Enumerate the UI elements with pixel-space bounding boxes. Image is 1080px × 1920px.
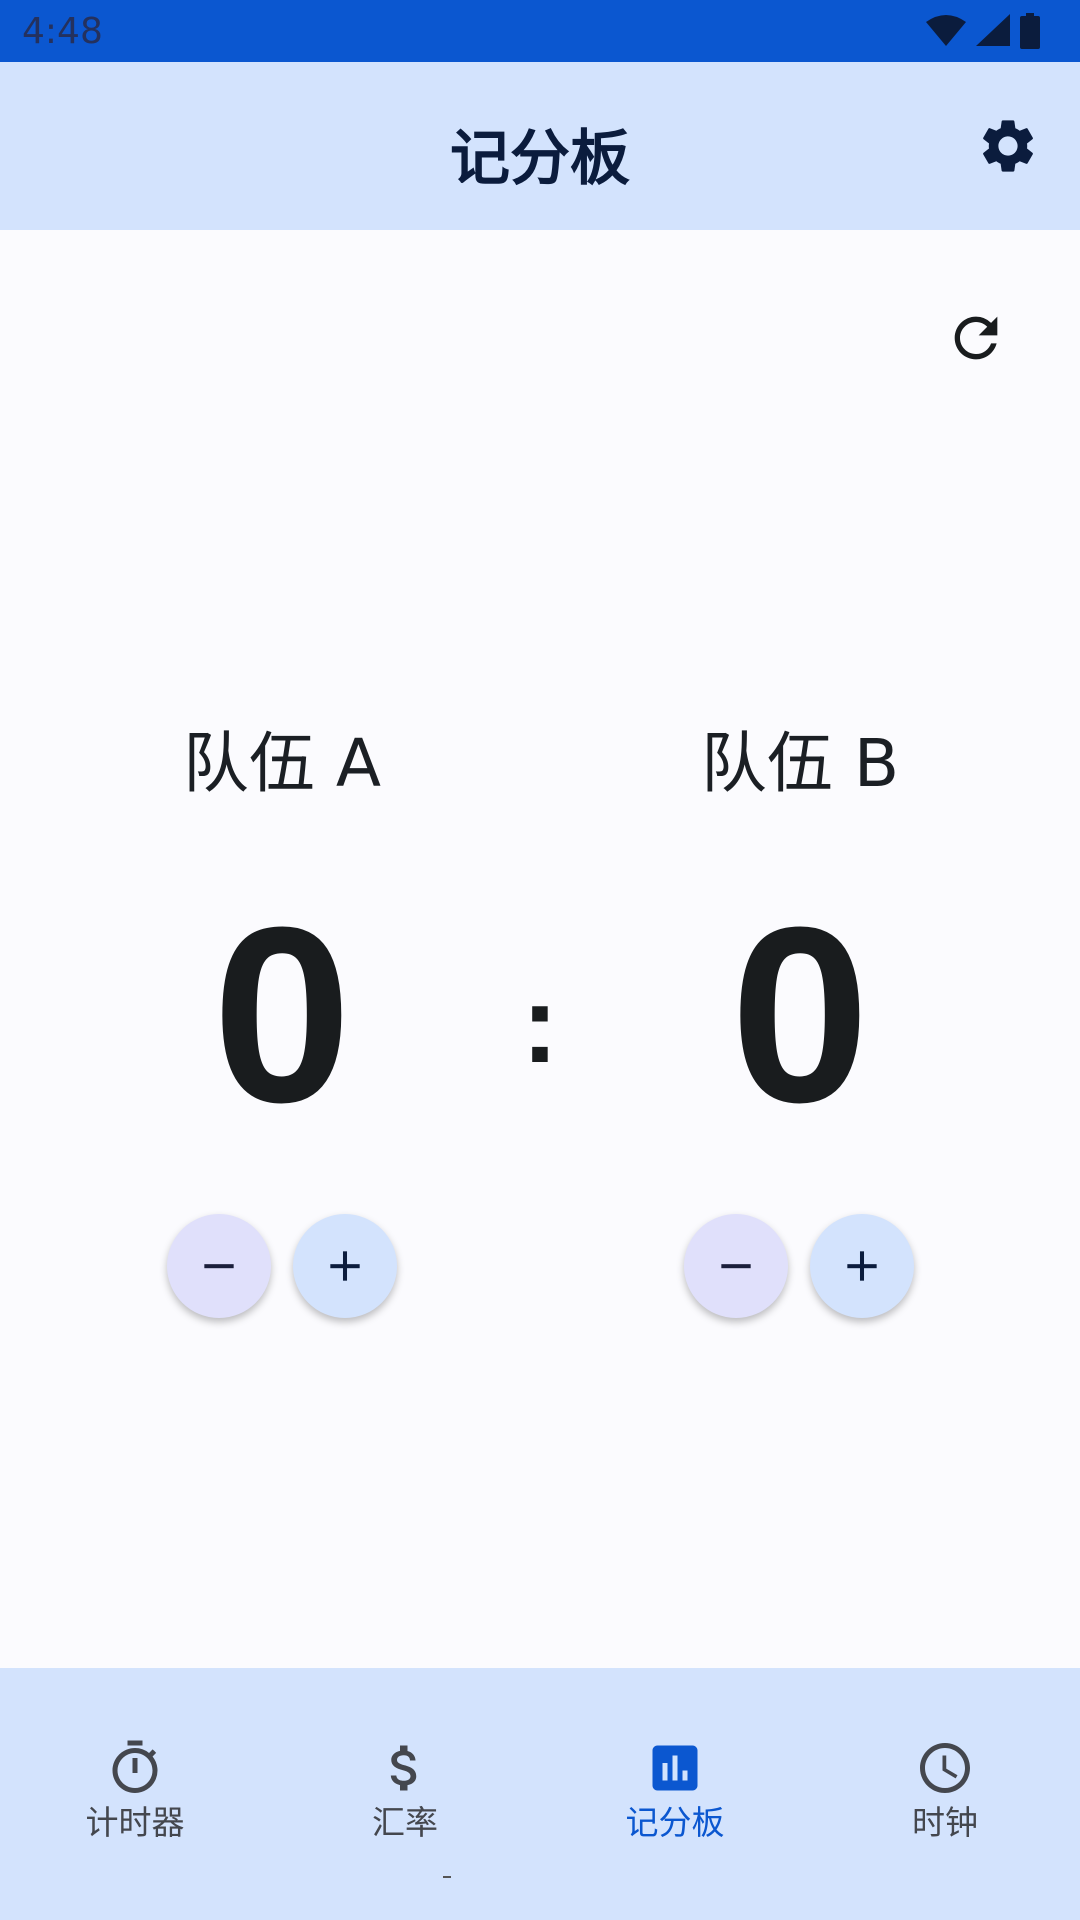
refresh-icon xyxy=(954,316,998,360)
page-title: 记分板 xyxy=(450,124,630,194)
clock-icon xyxy=(920,1743,970,1793)
nav-item-scoreboard[interactable]: 记分板 xyxy=(540,1668,810,1920)
score-separator: : xyxy=(521,963,559,1086)
team-a-decrement-button[interactable] xyxy=(167,1214,271,1318)
team-b-score: 0 xyxy=(730,875,870,1154)
bottom-navigation: 计时器 汇率 记分板 时钟 xyxy=(0,1668,1080,1920)
battery-icon xyxy=(1020,13,1040,49)
team-a-increment-button[interactable] xyxy=(293,1214,397,1318)
plus-icon xyxy=(330,1251,360,1281)
dollar-icon xyxy=(390,1745,417,1791)
status-icons xyxy=(926,12,1040,50)
team-a-score: 0 xyxy=(212,875,352,1154)
minus-icon xyxy=(204,1264,234,1269)
nav-label: 时钟 xyxy=(912,1803,978,1842)
home-indicator xyxy=(443,1876,451,1878)
timer-icon xyxy=(112,1740,158,1793)
nav-item-clock[interactable]: 时钟 xyxy=(810,1668,1080,1920)
plus-icon xyxy=(847,1251,877,1281)
team-b-name: 队伍 B xyxy=(700,725,900,802)
nav-label: 记分板 xyxy=(625,1803,725,1842)
team-a-name: 队伍 A xyxy=(182,725,382,802)
bar-chart-icon xyxy=(652,1745,698,1791)
gear-icon xyxy=(983,120,1033,172)
reset-scores-button[interactable] xyxy=(944,306,1008,370)
status-bar: 4:48 xyxy=(0,0,1080,62)
status-time: 4:48 xyxy=(22,11,103,52)
nav-label: 计时器 xyxy=(85,1803,185,1842)
wifi-icon xyxy=(926,15,966,46)
nav-label: 汇率 xyxy=(372,1803,438,1842)
team-b-decrement-button[interactable] xyxy=(684,1214,788,1318)
minus-icon xyxy=(721,1264,751,1269)
nav-item-timer[interactable]: 计时器 xyxy=(0,1668,270,1920)
cellular-signal-icon xyxy=(976,14,1010,46)
team-b-increment-button[interactable] xyxy=(810,1214,914,1318)
app-bar: 记分板 xyxy=(0,62,1080,230)
settings-button[interactable] xyxy=(976,114,1040,178)
nav-item-exchange-rate[interactable]: 汇率 xyxy=(270,1668,540,1920)
